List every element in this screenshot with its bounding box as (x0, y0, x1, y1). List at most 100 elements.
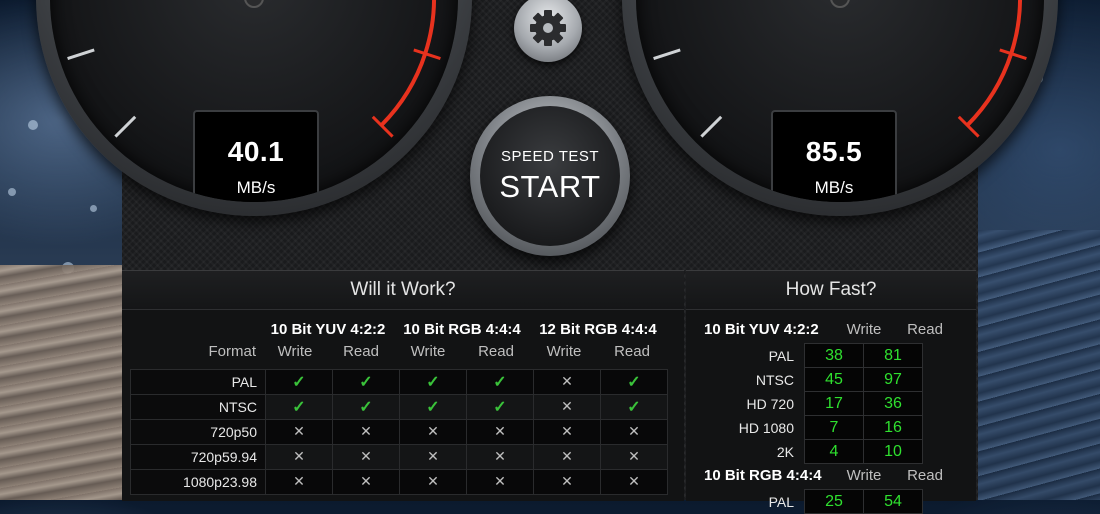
read-speed-cell: 10 (863, 439, 923, 464)
read-column-header: Read (907, 467, 943, 484)
write-column-header: Write (846, 321, 882, 338)
bokeh-light (8, 188, 16, 196)
compatibility-cell: ✓ (332, 394, 400, 420)
table-row: 2K 4 10 (686, 439, 923, 464)
gauge-tick (114, 115, 137, 138)
read-speed-cell: 16 (863, 415, 923, 440)
redline-arc (965, 0, 1022, 127)
cross-icon: ✕ (561, 373, 573, 389)
compatibility-cell: ✕ (466, 419, 534, 445)
compatibility-cell: ✕ (533, 469, 601, 495)
check-icon: ✓ (359, 399, 373, 416)
how-fast-table: PAL 25 54 (686, 489, 923, 514)
cross-icon: ✕ (628, 448, 640, 464)
compatibility-cell: ✓ (399, 369, 467, 395)
cross-icon: ✕ (360, 473, 372, 489)
cross-icon: ✕ (561, 398, 573, 414)
read-column-header: Read (614, 343, 650, 360)
ww-group-header: 12 Bit RGB 4:4:4 (539, 321, 657, 338)
hf-group-header: 10 Bit YUV 4:2:2 (704, 321, 819, 338)
cross-icon: ✕ (360, 423, 372, 439)
compatibility-cell: ✕ (466, 444, 534, 470)
read-column-header: Read (478, 343, 514, 360)
compatibility-cell: ✕ (332, 419, 400, 445)
compatibility-cell: ✓ (466, 394, 534, 420)
hf-group-header: 10 Bit RGB 4:4:4 (704, 467, 822, 484)
will-it-work-title: Will it Work? (122, 271, 684, 310)
cross-icon: ✕ (360, 448, 372, 464)
bokeh-light (90, 205, 97, 212)
how-fast-title: How Fast? (686, 271, 976, 310)
format-cell: PAL (768, 347, 794, 364)
check-icon: ✓ (426, 399, 440, 416)
write-speed-unit: MB/s (236, 178, 276, 197)
gauge-tick (700, 115, 723, 138)
table-row: HD 720 17 36 (686, 391, 923, 416)
gauge-redline (965, 0, 1022, 127)
read-speed-unit: MB/s (814, 178, 854, 197)
compatibility-cell: ✕ (265, 469, 333, 495)
will-it-work-panel: Will it Work? 10 Bit YUV 4:2:2 10 Bit RG… (122, 270, 684, 501)
format-cell: 1080p23.98 (130, 469, 266, 495)
compatibility-cell: ✕ (533, 369, 601, 395)
check-icon: ✓ (426, 374, 440, 391)
write-column-header: Write (546, 343, 582, 360)
compatibility-cell: ✕ (399, 469, 467, 495)
read-speed-value: 85.5 (805, 136, 863, 167)
compatibility-cell: ✕ (265, 444, 333, 470)
write-speed-cell: 4 (804, 439, 864, 464)
read-speed-cell: 81 (863, 343, 923, 368)
read-column-header: Read (343, 343, 379, 360)
gear-icon (530, 10, 566, 46)
gauge-face: 85.5 MB/s (636, 0, 1044, 202)
gauge-tick (653, 48, 681, 60)
compatibility-cell: ✕ (533, 394, 601, 420)
check-icon: ✓ (627, 399, 641, 416)
ww-group-header: 10 Bit YUV 4:2:2 (270, 321, 386, 338)
write-speed-cell: 45 (804, 367, 864, 392)
check-icon: ✓ (493, 374, 507, 391)
format-cell: HD 1080 (738, 419, 794, 436)
compatibility-cell: ✕ (466, 469, 534, 495)
water-surface (970, 230, 1100, 500)
redline-arc (379, 0, 436, 127)
cross-icon: ✕ (561, 448, 573, 464)
table-row: PAL 38 81 (686, 343, 923, 368)
write-speed-gauge: 40.1 MB/s (36, 0, 472, 216)
write-column-header: Write (846, 467, 882, 484)
cross-icon: ✕ (561, 473, 573, 489)
settings-button[interactable] (514, 0, 582, 62)
compatibility-cell: ✕ (332, 469, 400, 495)
compatibility-cell: ✕ (600, 419, 668, 445)
check-icon: ✓ (627, 374, 641, 391)
format-cell: 720p59.94 (130, 444, 266, 470)
how-fast-table: PAL 38 81 NTSC 45 97 HD 720 17 36 HD 1080 7 16 2K 4 10 (686, 343, 923, 464)
format-column-header: Format (208, 343, 256, 360)
format-cell: PAL (130, 369, 266, 395)
read-speed-cell: 54 (863, 489, 923, 514)
compatibility-cell: ✕ (399, 419, 467, 445)
check-icon: ✓ (359, 374, 373, 391)
gauge-redline (379, 0, 436, 127)
format-cell: HD 720 (746, 395, 794, 412)
compatibility-cell: ✓ (600, 369, 668, 395)
compatibility-cell: ✓ (265, 394, 333, 420)
table-row: 720p50 ✕ ✕ ✕ ✕ ✕ ✕ (130, 419, 668, 445)
gauge-hub (830, 0, 850, 8)
cross-icon: ✕ (628, 423, 640, 439)
format-cell: 720p50 (130, 419, 266, 445)
format-cell: 2K (776, 443, 794, 460)
compatibility-cell: ✕ (265, 419, 333, 445)
compatibility-cell: ✓ (399, 394, 467, 420)
check-icon: ✓ (292, 399, 306, 416)
write-speed-value: 40.1 (227, 136, 285, 167)
cross-icon: ✕ (427, 423, 439, 439)
cross-icon: ✕ (494, 473, 506, 489)
format-cell: NTSC (130, 394, 266, 420)
how-fast-panel: How Fast? 10 Bit YUV 4:2:2 Write Read PA… (686, 270, 976, 514)
start-speed-test-button[interactable]: SPEED TEST START (470, 96, 630, 256)
read-speed-cell: 36 (863, 391, 923, 416)
cross-icon: ✕ (494, 423, 506, 439)
cross-icon: ✕ (293, 423, 305, 439)
read-column-header: Read (907, 321, 943, 338)
